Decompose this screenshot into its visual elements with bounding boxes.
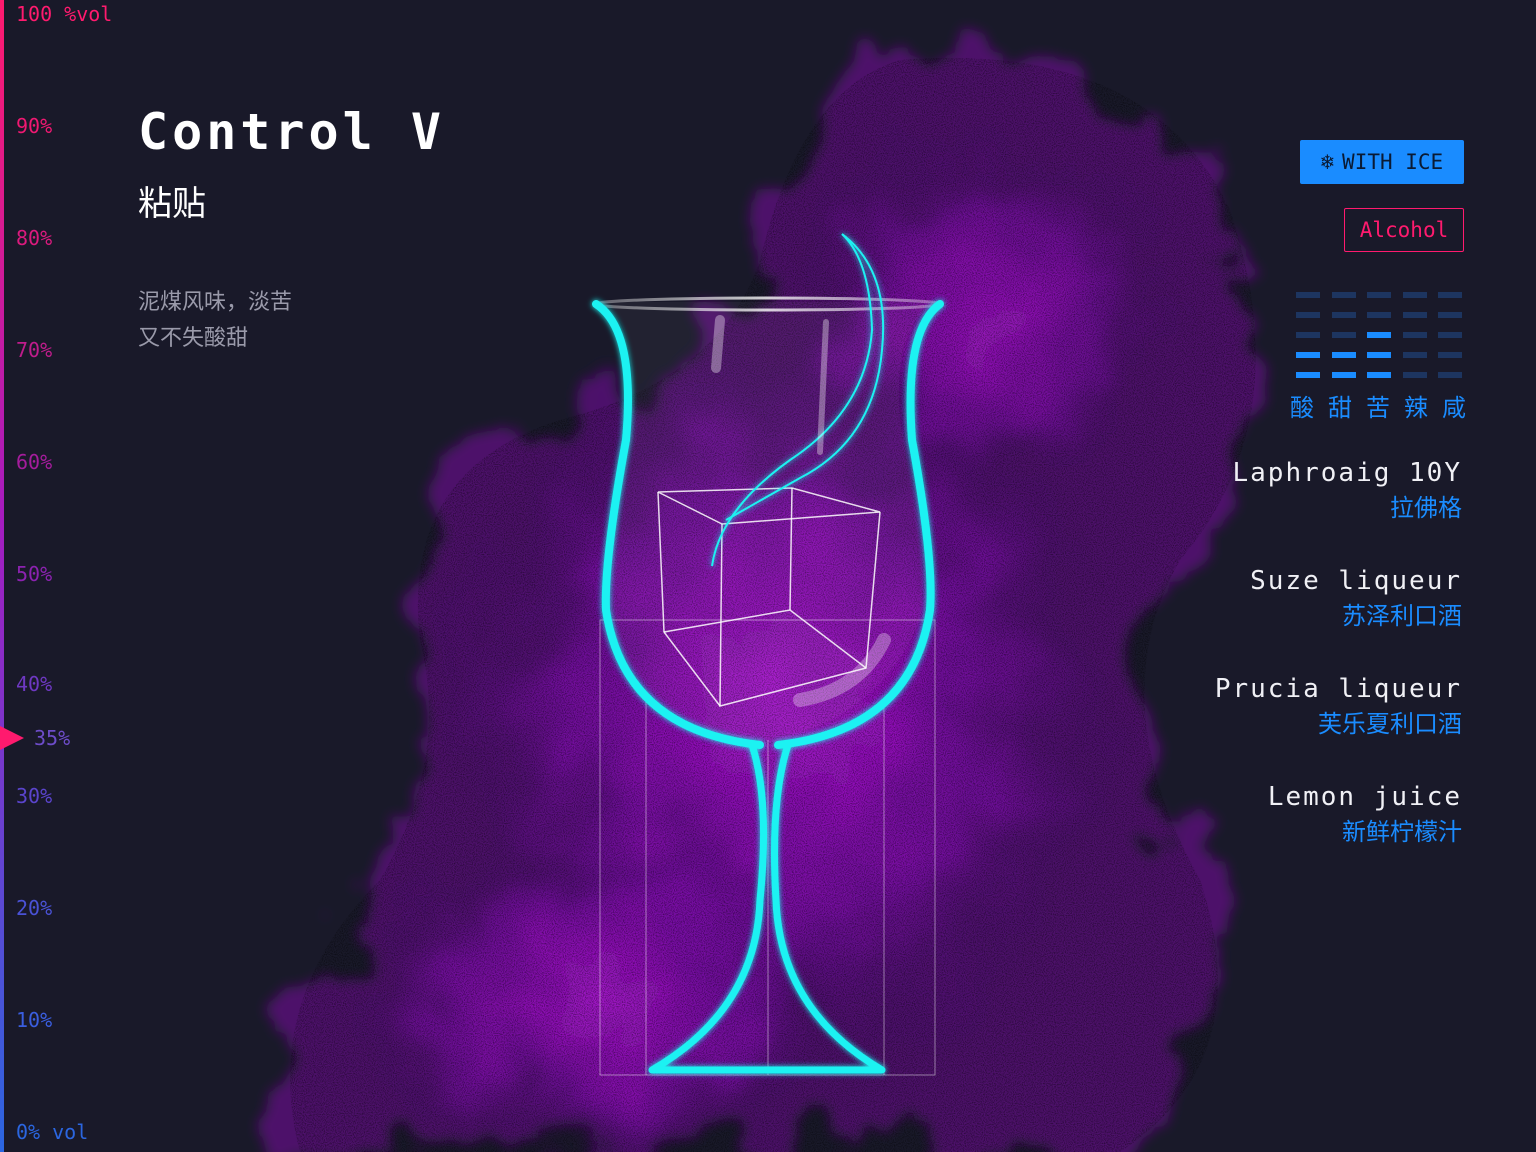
taste-segment [1438, 292, 1462, 298]
taste-labels: 酸 甜 苦 辣 咸 [1290, 388, 1466, 423]
taste-segment [1402, 372, 1427, 378]
taste-segment [1331, 292, 1356, 298]
taste-segment [1402, 292, 1427, 298]
abv-tick: 40% [16, 672, 53, 696]
taste-segment [1402, 332, 1427, 338]
abv-tick: 70% [16, 338, 53, 362]
ingredient-name: Suze liqueur [1250, 566, 1462, 596]
abv-tick: 10% [16, 1008, 53, 1032]
ingredient-name: Prucia liqueur [1214, 674, 1462, 704]
ingredient-name: Lemon juice [1267, 782, 1462, 812]
taste-segment [1296, 352, 1320, 358]
snowflake-icon: ❄ [1320, 149, 1335, 175]
taste-label-salty: 咸 [1442, 394, 1466, 422]
ingredient-name-cn: 苏泽利口酒 [1342, 602, 1462, 630]
taste-meter [1296, 292, 1462, 382]
ingredient-name-cn: 新鲜柠檬汁 [1342, 818, 1462, 846]
taste-segment [1438, 312, 1462, 318]
abv-marker-label: 35% [34, 726, 71, 750]
taste-segment [1367, 352, 1391, 358]
taste-segment [1438, 372, 1462, 378]
abv-tick: 90% [16, 114, 53, 138]
taste-label-sweet: 甜 [1328, 394, 1352, 422]
taste-segment [1402, 312, 1427, 318]
taste-segment [1367, 312, 1391, 318]
taste-label-sour: 酸 [1290, 394, 1314, 422]
alcohol-label: Alcohol [1359, 218, 1449, 242]
ingredient-item: Suze liqueur 苏泽利口酒 [1250, 564, 1462, 634]
taste-label-spicy: 辣 [1404, 394, 1428, 422]
abv-tick: 50% [16, 562, 53, 586]
taste-segment [1331, 352, 1356, 358]
taste-segment [1367, 372, 1391, 378]
taste-segment [1296, 332, 1320, 338]
taste-segment [1367, 292, 1391, 298]
taste-segment [1296, 312, 1320, 318]
abv-tick: 30% [16, 784, 53, 808]
taste-segment [1331, 312, 1356, 318]
alcohol-badge: Alcohol [1344, 208, 1464, 252]
taste-segment [1296, 292, 1320, 298]
abv-marker-icon [0, 726, 24, 750]
drink-description-line-2: 又不失酸甜 [138, 326, 249, 351]
taste-segment [1331, 372, 1356, 378]
taste-segment [1331, 332, 1356, 338]
abv-scale-bar [0, 0, 4, 1152]
ingredient-item: Laphroaig 10Y 拉佛格 [1233, 456, 1463, 526]
abv-tick: 60% [16, 450, 53, 474]
abv-tick: 100 %vol [16, 2, 113, 26]
abv-tick: 20% [16, 896, 53, 920]
with-ice-badge: ❄ WITH ICE [1300, 140, 1464, 184]
taste-segment [1296, 372, 1320, 378]
drink-title: Control V [138, 103, 445, 161]
drink-description-line-1: 泥煤风味，淡苦 [138, 290, 293, 315]
taste-segment [1367, 332, 1391, 338]
ingredient-name: Laphroaig 10Y [1232, 458, 1462, 488]
with-ice-label: WITH ICE [1342, 150, 1444, 174]
ingredient-item: Prucia liqueur 芙乐夏利口酒 [1215, 672, 1462, 742]
glass-illustration [592, 233, 944, 1076]
ingredient-name-cn: 拉佛格 [1390, 494, 1462, 522]
ingredient-item: Lemon juice 新鲜柠檬汁 [1268, 780, 1462, 850]
taste-segment [1438, 332, 1462, 338]
ingredient-name-cn: 芙乐夏利口酒 [1318, 710, 1462, 738]
taste-label-bitter: 苦 [1366, 394, 1390, 422]
drink-title-cn: 粘贴 [138, 184, 206, 224]
abv-tick: 0% vol [16, 1120, 89, 1144]
taste-segment [1438, 352, 1462, 358]
taste-segment [1402, 352, 1427, 358]
abv-tick: 80% [16, 226, 53, 250]
